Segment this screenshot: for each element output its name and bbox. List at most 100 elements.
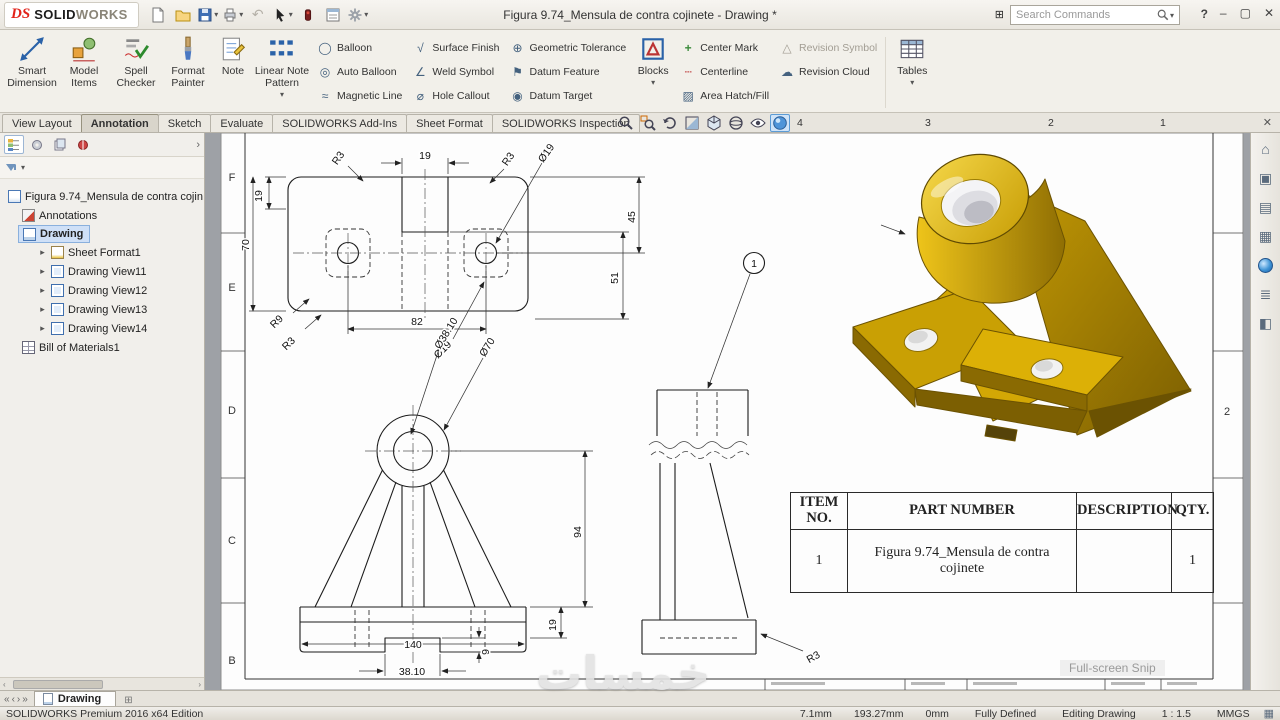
expand-icon[interactable]: ▸ <box>38 247 47 258</box>
tree-item-drawing-view13[interactable]: ▸ Drawing View13 <box>34 300 153 319</box>
zoom-area-icon[interactable] <box>638 114 658 132</box>
last-sheet-button[interactable]: » <box>22 694 28 705</box>
new-document-button[interactable] <box>147 4 169 26</box>
panel-toggle-icon[interactable]: ▦ <box>1264 707 1274 720</box>
surface-finish-button[interactable]: √ Surface Finish <box>412 38 499 58</box>
add-sheet-button[interactable]: ⊞ <box>118 695 138 706</box>
model-items-button[interactable]: Model Items <box>58 33 110 112</box>
panel-horizontal-scrollbar[interactable]: ‹ › <box>0 677 204 690</box>
tab-sheet-format[interactable]: Sheet Format <box>406 114 493 132</box>
select-caret-icon[interactable]: ▾ <box>289 10 293 19</box>
graphics-area[interactable]: F E D C B 2 19 R3 R3 Ø19 19 70 R9 R3 82 … <box>205 133 1250 690</box>
tree-item-drawing-view14[interactable]: ▸ Drawing View14 <box>34 319 153 338</box>
tables-button[interactable]: Tables ▾ <box>889 33 935 112</box>
linear-note-pattern-caret-icon[interactable]: ▾ <box>280 90 284 99</box>
custom-properties-icon[interactable]: ≣ <box>1255 284 1277 304</box>
revision-cloud-button[interactable]: ☁ Revision Cloud <box>779 62 877 82</box>
tree-item-drawing-view11[interactable]: ▸ Drawing View11 <box>34 262 152 281</box>
expand-icon[interactable]: ▸ <box>38 304 47 315</box>
solidworks-logo[interactable]: DS SOLID WORKS <box>4 1 139 28</box>
sheet-tab-drawing[interactable]: Drawing <box>33 691 117 706</box>
smart-dimension-button[interactable]: Smart Dimension <box>6 33 58 112</box>
weld-symbol-button[interactable]: ∠ Weld Symbol <box>412 62 499 82</box>
panel-expand-chevron-icon[interactable]: › <box>196 139 200 151</box>
linear-note-pattern-button[interactable]: Linear Note Pattern ▾ <box>252 33 312 112</box>
options-caret-icon[interactable]: ▾ <box>364 10 368 19</box>
tab-solidworks-add-ins[interactable]: SOLIDWORKS Add-Ins <box>272 114 408 132</box>
auto-balloon-button[interactable]: ◎ Auto Balloon <box>317 62 402 82</box>
save-caret-icon[interactable]: ▾ <box>214 10 218 19</box>
tree-item-drawing-view12[interactable]: ▸ Drawing View12 <box>34 281 153 300</box>
open-button[interactable] <box>172 4 194 26</box>
format-painter-button[interactable]: Format Painter <box>162 33 214 112</box>
datum-target-button[interactable]: ◉ Datum Target <box>510 86 627 106</box>
view-orientation-icon[interactable] <box>704 114 724 132</box>
print-caret-icon[interactable]: ▾ <box>239 10 243 19</box>
tables-caret-icon[interactable]: ▾ <box>910 78 914 87</box>
tab-annotation[interactable]: Annotation <box>80 114 159 132</box>
area-hatch-fill-button[interactable]: ▨ Area Hatch/Fill <box>680 86 770 106</box>
help-button[interactable]: ? <box>1201 7 1208 21</box>
panel-tab-featuremanager[interactable] <box>4 135 24 154</box>
search-commands-box[interactable]: Search Commands ▾ <box>1010 5 1180 25</box>
scrollbar-thumb[interactable] <box>12 679 103 689</box>
save-button[interactable]: ▾ <box>197 4 219 26</box>
scroll-left-icon[interactable]: ‹ <box>0 680 9 689</box>
view-palette-icon[interactable]: ▦ <box>1255 226 1277 246</box>
note-button[interactable]: Note <box>214 33 252 112</box>
minimize-button[interactable]: – <box>1220 6 1227 20</box>
previous-view-icon[interactable] <box>660 114 680 132</box>
balloon-button[interactable]: ◯ Balloon <box>317 38 402 58</box>
tree-item-bill-of-materials[interactable]: Bill of Materials1 <box>18 338 126 357</box>
tab-sketch[interactable]: Sketch <box>157 114 212 132</box>
print-button[interactable]: ▾ <box>222 4 244 26</box>
revision-symbol-button[interactable]: △ Revision Symbol <box>779 38 877 58</box>
hide-show-items-icon[interactable] <box>748 114 768 132</box>
panel-tab-dimxpert[interactable] <box>73 135 93 154</box>
maximize-button[interactable]: ▢ <box>1240 6 1251 20</box>
first-sheet-button[interactable]: « <box>4 694 10 705</box>
filter-caret-icon[interactable]: ▾ <box>21 163 25 172</box>
units-label[interactable]: MMGS <box>1217 708 1250 720</box>
expand-icon[interactable]: ▸ <box>38 323 47 334</box>
tree-root-item[interactable]: Figura 9.74_Mensula de contra cojin <box>4 187 209 206</box>
search-caret-icon[interactable]: ▾ <box>1170 11 1174 20</box>
edit-appearance-icon[interactable] <box>770 114 790 132</box>
magnetic-line-button[interactable]: ≈ Magnetic Line <box>317 86 403 106</box>
display-style-icon[interactable] <box>726 114 746 132</box>
task-pane-button[interactable] <box>322 4 344 26</box>
close-button[interactable]: ✕ <box>1264 6 1274 20</box>
tab-view-layout[interactable]: View Layout <box>2 114 82 132</box>
tree-item-drawing[interactable]: Drawing <box>18 225 91 243</box>
stop-button[interactable] <box>297 4 319 26</box>
bom-row[interactable]: 1 Figura 9.74_Mensula de contra cojinete… <box>790 529 1214 593</box>
file-explorer-icon[interactable]: ▤ <box>1255 197 1277 217</box>
bom-table[interactable]: ITEM NO. PART NUMBER DESCRIPTION QTY. 1 … <box>790 492 1214 593</box>
panel-tab-propertymanager[interactable] <box>27 135 47 154</box>
scroll-right-icon[interactable]: › <box>195 680 204 689</box>
options-button[interactable]: ▾ <box>347 4 369 26</box>
blocks-caret-icon[interactable]: ▾ <box>651 78 655 87</box>
tree-item-sheet-format1[interactable]: ▸ Sheet Format1 <box>34 243 147 262</box>
next-sheet-button[interactable]: › <box>17 694 20 705</box>
zoom-fit-icon[interactable] <box>616 114 636 132</box>
drawing-sheet-svg[interactable]: F E D C B 2 19 R3 R3 Ø19 19 70 R9 R3 82 … <box>205 133 1250 690</box>
expand-icon[interactable]: ▸ <box>38 266 47 277</box>
home-icon[interactable]: ⌂ <box>1255 139 1277 159</box>
panel-tab-configurations[interactable] <box>50 135 70 154</box>
section-view-icon[interactable] <box>682 114 702 132</box>
search-pane-icon[interactable]: ⊞ <box>995 8 1004 21</box>
sheet-scale-label[interactable]: 1 : 1.5 <box>1162 708 1191 720</box>
forum-icon[interactable]: ◧ <box>1255 313 1277 333</box>
centerline-button[interactable]: ┄ Centerline <box>680 62 769 82</box>
datum-feature-button[interactable]: ⚑ Datum Feature <box>510 62 627 82</box>
tree-item-annotations[interactable]: Annotations <box>18 206 103 225</box>
blocks-button[interactable]: Blocks ▾ <box>631 33 675 112</box>
tree-filter-row[interactable]: ▾ <box>0 157 204 179</box>
select-arrow-button[interactable]: ▾ <box>272 4 294 26</box>
appearances-scenes-icon[interactable] <box>1255 255 1277 275</box>
undo-button[interactable]: ↶ <box>247 4 269 26</box>
spell-checker-button[interactable]: Spell Checker <box>110 33 162 112</box>
prev-sheet-button[interactable]: ‹ <box>12 694 15 705</box>
geometric-tolerance-button[interactable]: ⊕ Geometric Tolerance <box>510 38 626 58</box>
